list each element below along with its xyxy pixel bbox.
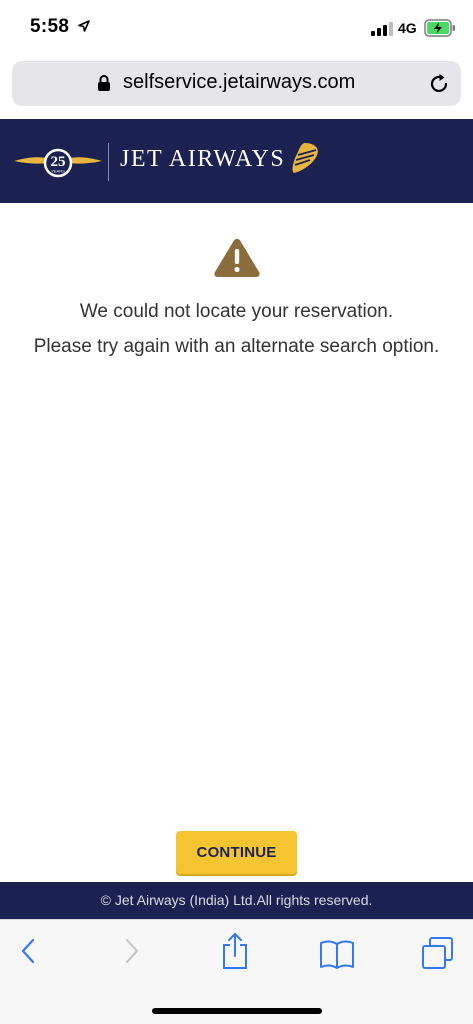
lock-icon <box>98 75 110 91</box>
brand-name: JET AIRWAYS <box>120 146 286 172</box>
home-indicator[interactable] <box>152 1008 322 1014</box>
jet-airways-25-years-emblem: 25 YEARS <box>14 148 102 178</box>
forward-icon[interactable] <box>122 936 142 966</box>
location-arrow-icon <box>78 20 90 32</box>
error-message-line-2: Please try again with an alternate searc… <box>33 336 440 357</box>
continue-button[interactable]: CONTINUE <box>176 831 297 874</box>
back-icon[interactable] <box>18 936 38 966</box>
bookmarks-icon[interactable] <box>319 938 355 970</box>
share-icon[interactable] <box>220 932 250 970</box>
copyright-text: © Jet Airways (India) Ltd.All rights res… <box>100 892 373 908</box>
signal-icon <box>371 22 393 36</box>
logo-divider <box>108 143 109 181</box>
warning-icon <box>214 239 260 277</box>
reload-icon[interactable] <box>428 73 450 95</box>
status-time: 5:58 <box>30 16 70 37</box>
tabs-icon[interactable] <box>420 936 456 972</box>
url-text[interactable]: selfservice.jetairways.com <box>123 71 355 94</box>
network-type: 4G <box>398 20 417 36</box>
address-bar[interactable]: selfservice.jetairways.com <box>12 61 461 106</box>
battery-charging-icon <box>424 19 455 37</box>
error-message-line-1: We could not locate your reservation. <box>79 301 394 322</box>
page: 5:58 4G selfservice.jetairways.com 25 YE… <box>0 0 473 1024</box>
status-bar: 5:58 4G <box>0 0 473 56</box>
jet-airways-sun-logo-icon <box>292 143 318 173</box>
emblem-caption: YEARS <box>51 169 65 174</box>
site-header: 25 YEARS JET AIRWAYS <box>0 119 473 203</box>
site-footer: © Jet Airways (India) Ltd.All rights res… <box>0 882 473 919</box>
